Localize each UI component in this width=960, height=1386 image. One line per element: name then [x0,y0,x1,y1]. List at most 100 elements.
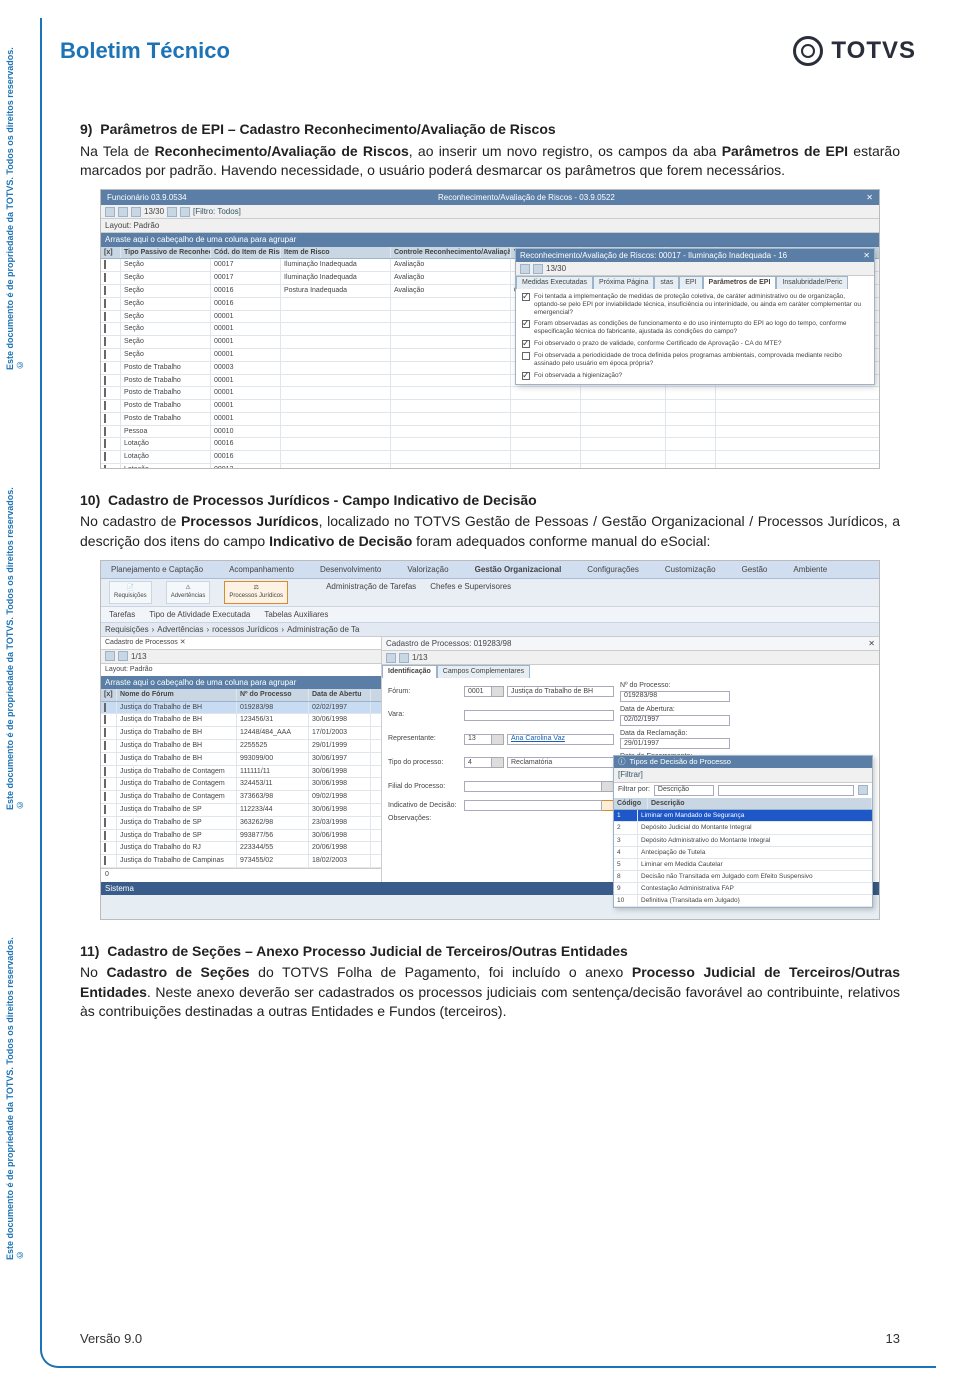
left-grid-row[interactable]: Justiça do Trabalho de BH123456/3130/06/… [101,714,381,727]
left-grid-row[interactable]: Justiça do Trabalho de BH019283/9802/02/… [101,702,381,715]
inset-tab[interactable]: EPI [679,276,702,289]
save-icon[interactable] [131,207,141,217]
topmenu-item[interactable]: Gestão [742,564,768,575]
inset-tab[interactable]: Próxima Página [593,276,654,289]
next-icon[interactable] [180,207,190,217]
ribbon-processos-juridicos[interactable]: ⚖Processos Jurídicos [224,581,288,604]
delete-icon[interactable] [118,207,128,217]
filter-label[interactable]: [Filtro: Todos] [193,206,241,217]
topmenu-item[interactable]: Gestão Organizacional [475,564,562,575]
grid-row[interactable]: Posto de Trabalho00001 [101,387,879,400]
crumb[interactable]: Requisições [105,624,149,635]
left-grid-row[interactable]: Justiça do Trabalho de BH225552529/01/19… [101,740,381,753]
left-grid-row[interactable]: Justiça do Trabalho do RJ223344/5520/06/… [101,842,381,855]
close-icon[interactable]: ✕ [866,192,873,203]
delete-icon[interactable] [118,651,128,661]
left-grid-row[interactable]: Justiça do Trabalho de Campinas973455/02… [101,855,381,868]
close-icon[interactable]: ✕ [863,250,870,261]
checkbox[interactable] [522,340,530,348]
input-drecl[interactable]: 29/01/1997 [620,738,730,749]
ribbon-tipo-atividade[interactable]: Tipo de Atividade Executada [149,609,250,620]
topmenu-item[interactable]: Configurações [587,564,639,575]
topmenu-item[interactable]: Desenvolvimento [320,564,381,575]
input-rep-code[interactable]: 13 [464,734,492,745]
input-filter-field[interactable]: Descrição [654,785,714,796]
grid-row[interactable]: Lotação00012 [101,464,879,469]
lookup-icon[interactable] [492,686,504,697]
topmenu-item[interactable]: Ambiente [793,564,827,575]
apply-filter-icon[interactable] [858,785,868,795]
ribbon-requisicoes[interactable]: 📄Requisições [109,581,152,604]
left-grid-row[interactable]: Justiça do Trabalho de SP112233/4430/06/… [101,804,381,817]
inset-tab[interactable]: Insalubridade/Peric [776,276,848,289]
new-icon[interactable] [105,207,115,217]
crumb[interactable]: Administração de Ta [287,624,359,635]
ribbon-tabelas-aux[interactable]: Tabelas Auxiliares [264,609,328,620]
popup-row[interactable]: 9Contestação Administrativa FAP [614,883,872,895]
lookup-icon[interactable] [492,757,504,768]
gridcol-abertura[interactable]: Data de Abertu [309,689,371,701]
popup-row[interactable]: 5Liminar em Medida Cautelar [614,859,872,871]
grid-row[interactable]: Posto de Trabalho00001 [101,400,879,413]
ribbon-advertencias[interactable]: ⚠Advertências [166,581,211,604]
gridcol-checkbox[interactable]: [x] [101,689,117,701]
grid-row[interactable]: Lotação00016 [101,451,879,464]
gridcol-forum[interactable]: Nome do Fórum [117,689,237,701]
checkbox[interactable] [522,352,530,360]
crumb[interactable]: rocessos Jurídicos [212,624,278,635]
popup-row[interactable]: 8Decisão não Transitada em Julgado com E… [614,871,872,883]
close-icon[interactable]: ✕ [868,638,875,649]
layout-label[interactable]: Layout: Padrão [105,220,159,231]
gridcol-tipo[interactable]: Tipo Passivo de Reconhecimento/Avalia... [121,247,211,259]
tab-identificacao[interactable]: Identificação [382,665,437,678]
input-forum-code[interactable]: 0001 [464,686,492,697]
gridcol-checkbox[interactable]: [x] [101,247,121,259]
topmenu-item[interactable]: Planejamento e Captação [111,564,203,575]
popup-row[interactable]: 4Antecipação de Tutela [614,847,872,859]
popup-filter-btn[interactable]: [Filtrar] [618,769,643,780]
ribbon-tarefas[interactable]: Tarefas [109,609,135,620]
left-grid-row[interactable]: Justiça do Trabalho de BH12448/484_AAA17… [101,727,381,740]
new-icon[interactable] [386,653,396,663]
input-nproc[interactable]: 019283/98 [620,691,730,702]
inset-tab[interactable]: Medidas Executadas [516,276,593,289]
gridcol-codigo[interactable]: Código [614,798,648,810]
gridcol-controle[interactable]: Controle Reconhecimento/Avaliação [391,247,511,259]
new-icon[interactable] [105,651,115,661]
grid-row[interactable]: Lotação00016 [101,438,879,451]
left-grid-row[interactable]: Justiça do Trabalho de Contagem373663/98… [101,791,381,804]
delete-icon[interactable] [533,264,543,274]
input-rep-desc[interactable]: Ana Carolina Vaz [507,734,614,745]
checkbox[interactable] [522,372,530,380]
inset-tab[interactable]: stas [654,276,679,289]
input-filter-value[interactable] [718,785,854,796]
prev-icon[interactable] [167,207,177,217]
close-icon[interactable]: ✕ [180,639,186,646]
tab-campos-compl[interactable]: Campos Complementares [437,665,530,678]
gridcol-descricao[interactable]: Descrição [648,798,872,810]
grid-row[interactable]: Posto de Trabalho00001 [101,413,879,426]
ribbon-admin-tarefas[interactable]: Administração de Tarefas [326,581,416,604]
popup-row[interactable]: 2Depósito Judicial do Montante Integral [614,822,872,834]
left-grid-row[interactable]: Justiça do Trabalho de SP993877/5630/06/… [101,830,381,843]
input-tipo-code[interactable]: 4 [464,757,492,768]
checkbox[interactable] [522,293,530,301]
topmenu-item[interactable]: Valorização [407,564,448,575]
left-grid-row[interactable]: Justiça do Trabalho de Contagem111111/11… [101,766,381,779]
popup-row[interactable]: 1Liminar em Mandado de Segurança [614,810,872,822]
new-icon[interactable] [520,264,530,274]
lookup-icon[interactable] [492,734,504,745]
gridcol-processo[interactable]: Nº do Processo [237,689,309,701]
input-filial[interactable] [464,781,602,792]
grid-row[interactable]: Pessoa00010 [101,426,879,439]
inset-tab[interactable]: Parâmetros de EPI [703,276,777,289]
input-dabert[interactable]: 02/02/1997 [620,715,730,726]
left-layout-label[interactable]: Layout: Padrão [101,664,381,676]
left-grid-row[interactable]: Justiça do Trabalho de BH993099/0030/06/… [101,753,381,766]
crumb[interactable]: Advertências [157,624,203,635]
delete-icon[interactable] [399,653,409,663]
left-window-tab[interactable]: Cadastro de Processos ✕ [101,637,381,650]
gridcol-item[interactable]: Item de Risco [281,247,391,259]
left-grid-row[interactable]: Justiça do Trabalho de SP363262/9823/03/… [101,817,381,830]
gridcol-cod[interactable]: Cód. do Item de Risco [211,247,281,259]
